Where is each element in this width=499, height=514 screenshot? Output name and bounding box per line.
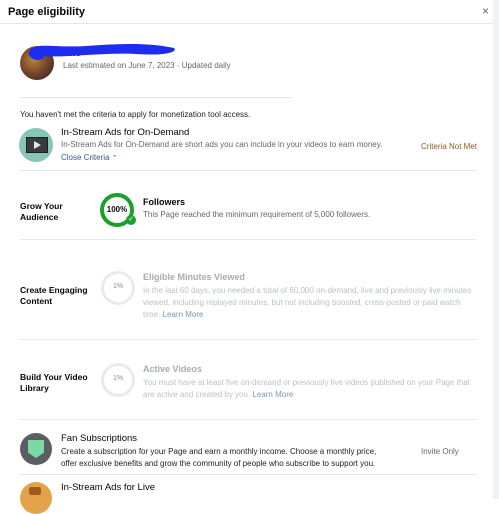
criteria-title-minutes: Eligible Minutes Viewed: [143, 272, 245, 282]
criteria-title-videos: Active Videos: [143, 364, 202, 374]
criteria-status: Criteria Not Met: [421, 142, 478, 151]
progress-value: 1%: [112, 375, 124, 382]
chevron-up-icon: ⌃: [111, 155, 118, 162]
section-label-library: Build Your Video Library: [20, 372, 88, 393]
heart-shield-icon: [20, 433, 52, 465]
close-criteria-link[interactable]: Close Criteria ⌃: [61, 153, 118, 162]
progress-value: 1%: [112, 283, 124, 290]
close-icon[interactable]: ×: [482, 4, 489, 18]
criteria-description-videos: You must have at least five on-demand or…: [143, 377, 473, 401]
section-label-content: Create Engaging Content: [20, 285, 88, 306]
fan-subscriptions-status: Invite Only: [421, 447, 459, 456]
video-player-icon: [19, 128, 53, 162]
estimate-text: Last estimated on June 7, 2023 · Updated…: [63, 61, 231, 70]
section-divider: [20, 239, 476, 240]
live-ads-title: In-Stream Ads for Live: [61, 482, 155, 493]
dialog-title: Page eligibility: [8, 6, 86, 18]
learn-more-link[interactable]: Learn More: [252, 390, 293, 399]
progress-value: 100%: [106, 205, 128, 214]
criteria-title-followers: Followers: [143, 197, 186, 207]
criteria-description-followers: This Page reached the minimum requiremen…: [143, 210, 371, 219]
identity-divider: [20, 97, 292, 98]
redaction-mark: [28, 44, 175, 60]
fan-subscriptions-description: Create a subscription for your Page and …: [61, 447, 377, 468]
fan-subscriptions-title: Fan Subscriptions: [61, 433, 138, 444]
scrollbar-track[interactable]: [493, 0, 499, 499]
live-video-icon: [20, 482, 52, 514]
ondemand-description: In-Stream Ads for On-Demand are short ad…: [61, 140, 383, 149]
section-label-audience: Grow Your Audience: [20, 201, 63, 222]
checkmark-icon: ✓: [126, 215, 136, 225]
criteria-description-minutes: In the last 60 days, you needed a total …: [143, 285, 473, 321]
eligibility-notice: You haven't met the criteria to apply fo…: [20, 110, 251, 119]
ondemand-title: In-Stream Ads for On-Demand: [61, 127, 190, 138]
criteria-description-text: You must have at least five on-demand or…: [143, 378, 471, 399]
learn-more-link[interactable]: Learn More: [163, 310, 204, 319]
section-divider: [20, 474, 476, 475]
section-divider: [20, 170, 476, 171]
close-criteria-label: Close Criteria: [61, 153, 110, 162]
header-divider: [0, 23, 493, 24]
section-divider: [20, 419, 476, 420]
section-divider: [20, 339, 476, 340]
